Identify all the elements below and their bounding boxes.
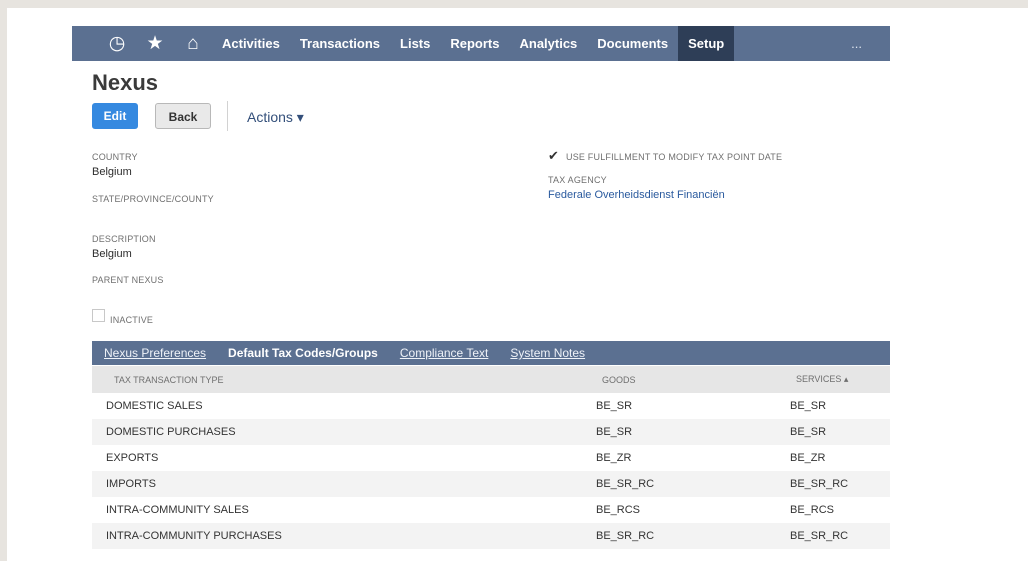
tax-agency-link[interactable]: Federale Overheidsdienst Financiën [548, 189, 725, 201]
page-title: Nexus [92, 70, 159, 95]
subtab-default-tax-codes[interactable]: Default Tax Codes/Groups [228, 346, 378, 360]
cell-goods: BE_RCS [596, 504, 641, 516]
inactive-checkbox[interactable] [92, 309, 105, 322]
top-navbar: ◷ ★ ⌂ Activities Transactions Lists Repo… [72, 26, 890, 61]
nav-documents[interactable]: Documents [587, 26, 678, 61]
table-header: TAX TRANSACTION TYPE GOODS SERVICES ▴ [92, 366, 890, 393]
nav-setup[interactable]: Setup [678, 26, 735, 61]
back-button[interactable]: Back [155, 103, 211, 129]
nav-analytics[interactable]: Analytics [509, 26, 587, 61]
cell-services: BE_SR_RC [790, 478, 849, 490]
subtab-compliance-text-label: Compliance Text [399, 346, 489, 360]
cell-services: BE_RCS [790, 504, 835, 516]
toolbar-divider [227, 101, 228, 131]
recent-icon[interactable]: ◷ [98, 26, 136, 61]
subtab-system-notes-label: System Notes [510, 346, 586, 360]
col-header-goods[interactable]: GOODS [584, 375, 780, 385]
country-label: COUNTRY [92, 152, 138, 162]
table-row: EXPORTS BE_ZR BE_ZR [92, 445, 890, 471]
col-header-services[interactable]: SERVICES ▴ [780, 374, 890, 385]
tax-agency-label: TAX AGENCY [548, 175, 607, 185]
cell-goods: BE_SR_RC [596, 530, 655, 542]
cell-goods: BE_SR [596, 426, 633, 438]
description-label: DESCRIPTION [92, 234, 156, 244]
use-fulfillment-checkbox[interactable]: ✔ [548, 149, 559, 162]
actions-menu[interactable]: Actions ▾ [247, 109, 304, 126]
table-row: INTRA-COMMUNITY SALES BE_RCS BE_RCS [92, 497, 890, 523]
cell-transaction-type: INTRA-COMMUNITY SALES [106, 504, 249, 516]
table-row: IMPORTS BE_SR_RC BE_SR_RC [92, 471, 890, 497]
subtab-bar: Nexus Preferences Default Tax Codes/Grou… [92, 341, 890, 365]
inactive-label: INACTIVE [110, 315, 154, 325]
country-value: Belgium [92, 166, 132, 178]
col-header-transaction-type[interactable]: TAX TRANSACTION TYPE [92, 375, 584, 385]
cell-transaction-type: DOMESTIC SALES [106, 400, 203, 412]
description-value: Belgium [92, 248, 132, 260]
cell-goods: BE_SR [596, 400, 633, 412]
subtab-nexus-preferences-label: Nexus Preferences [104, 346, 207, 360]
cell-transaction-type: IMPORTS [106, 478, 156, 490]
cell-goods: BE_SR_RC [596, 478, 655, 490]
nav-lists[interactable]: Lists [390, 26, 440, 61]
use-fulfillment-label: USE FULFILLMENT TO MODIFY TAX POINT DATE [566, 152, 783, 162]
subtab-system-notes[interactable]: System Notes [510, 346, 585, 360]
cell-transaction-type: DOMESTIC PURCHASES [106, 426, 236, 438]
cell-goods: BE_ZR [596, 452, 632, 464]
cell-services: BE_ZR [790, 452, 826, 464]
star-icon[interactable]: ★ [136, 26, 174, 61]
edit-button[interactable]: Edit [92, 103, 138, 129]
home-icon[interactable]: ⌂ [174, 26, 212, 61]
parent-nexus-label: PARENT NEXUS [92, 275, 164, 285]
nav-activities[interactable]: Activities [212, 26, 290, 61]
tax-codes-table: TAX TRANSACTION TYPE GOODS SERVICES ▴ DO… [92, 366, 890, 549]
table-row: DOMESTIC PURCHASES BE_SR BE_SR [92, 419, 890, 445]
cell-services: BE_SR [790, 426, 827, 438]
cell-transaction-type: EXPORTS [106, 452, 159, 464]
cell-services: BE_SR [790, 400, 827, 412]
cell-transaction-type: INTRA-COMMUNITY PURCHASES [106, 530, 282, 542]
nav-reports[interactable]: Reports [440, 26, 509, 61]
subtab-compliance-text[interactable]: Compliance Text [400, 346, 489, 360]
table-row: DOMESTIC SALES BE_SR BE_SR [92, 393, 890, 419]
subtab-nexus-preferences[interactable]: Nexus Preferences [104, 346, 206, 360]
nav-more-menu[interactable]: ... [851, 36, 862, 51]
state-label: STATE/PROVINCE/COUNTY [92, 194, 214, 204]
table-row: INTRA-COMMUNITY PURCHASES BE_SR_RC BE_SR_R… [92, 523, 890, 549]
cell-services: BE_SR_RC [790, 530, 849, 542]
nav-transactions[interactable]: Transactions [290, 26, 390, 61]
table-body: DOMESTIC SALES BE_SR BE_SR DOMESTIC PURCHAS… [92, 393, 890, 549]
